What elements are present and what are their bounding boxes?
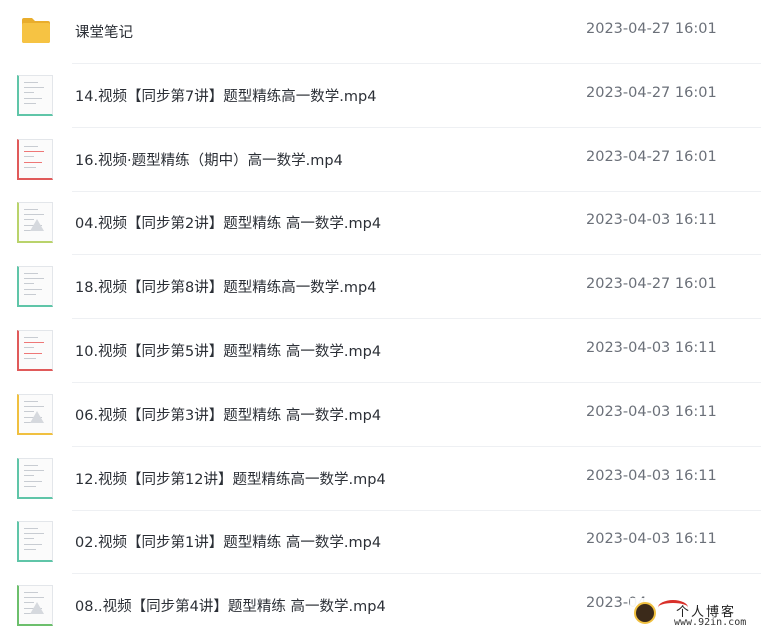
file-name[interactable]: 04.视频【同步第2讲】题型精练 高一数学.mp4 [75, 212, 381, 233]
file-modified-date: 2023-04-03 16:11 [586, 212, 717, 229]
file-name[interactable]: 12.视频【同步第12讲】题型精练高一数学.mp4 [75, 468, 386, 489]
file-modified-date: 2023-04-27 16:01 [586, 84, 717, 101]
file-name[interactable]: 10.视频【同步第5讲】题型精练 高一数学.mp4 [75, 340, 381, 361]
file-modified-date: 2023-04-27 16:01 [586, 148, 717, 165]
file-modified-date: 2023-04-27 16:01 [586, 21, 717, 37]
file-modified-date: 2023-04-27 16:01 [586, 276, 717, 293]
file-modified-date: 2023-04-03 16:11 [586, 340, 717, 356]
video-thumbnail-icon [17, 74, 53, 116]
file-name[interactable]: 课堂笔记 [75, 21, 133, 42]
video-thumbnail-icon [17, 266, 53, 308]
video-thumbnail-icon [17, 138, 53, 180]
file-row[interactable]: 12.视频【同步第12讲】题型精练高一数学.mp4 2023-04-03 16:1… [0, 447, 761, 511]
file-modified-date: 2023-04-03 16:11 [586, 403, 717, 420]
watermark-url: www.92in.com [674, 617, 747, 628]
file-name[interactable]: 18.视频【同步第8讲】题型精练高一数学.mp4 [75, 276, 376, 297]
folder-icon [22, 18, 50, 43]
video-thumbnail-icon [17, 585, 53, 627]
file-row[interactable]: 10.视频【同步第5讲】题型精练 高一数学.mp4 2023-04-03 16:1… [0, 319, 761, 383]
file-name[interactable]: 02.视频【同步第1讲】题型精练 高一数学.mp4 [75, 531, 381, 552]
file-row[interactable]: 课堂笔记 2023-04-27 16:01 [0, 0, 761, 64]
video-thumbnail-icon [17, 202, 53, 244]
file-list: 课堂笔记 2023-04-27 16:01 14.视频【同步第7讲】题型精练高一数学… [0, 0, 761, 635]
video-thumbnail-icon [17, 330, 53, 371]
video-thumbnail-icon [17, 393, 53, 435]
file-name[interactable]: 08..视频【同步第4讲】题型精练 高一数学.mp4 [75, 595, 386, 616]
file-row[interactable]: 04.视频【同步第2讲】题型精练 高一数学.mp4 2023-04-03 16:1… [0, 191, 761, 256]
site-watermark: 个人博客 www.92in.com [630, 598, 758, 632]
file-modified-date: 2023-04-03 16:11 [586, 467, 717, 484]
file-row[interactable]: 16.视频·题型精练（期中）高一数学.mp4 2023-04-27 16:01 [0, 128, 761, 192]
file-row[interactable]: 18.视频【同步第8讲】题型精练高一数学.mp4 2023-04-27 16:01 [0, 255, 761, 320]
file-row[interactable]: 02.视频【同步第1讲】题型精练 高一数学.mp4 2023-04-03 16:1… [0, 510, 761, 575]
file-name[interactable]: 14.视频【同步第7讲】题型精练高一数学.mp4 [75, 85, 376, 106]
video-thumbnail-icon [17, 521, 53, 563]
file-name[interactable]: 06.视频【同步第3讲】题型精练 高一数学.mp4 [75, 404, 381, 425]
file-modified-date: 2023-04-03 16:11 [586, 531, 717, 548]
file-row[interactable]: 06.视频【同步第3讲】题型精练 高一数学.mp4 2023-04-03 16:1… [0, 383, 761, 447]
watermark-avatar-icon [634, 602, 656, 624]
file-name[interactable]: 16.视频·题型精练（期中）高一数学.mp4 [75, 149, 343, 170]
file-row[interactable]: 14.视频【同步第7讲】题型精练高一数学.mp4 2023-04-27 16:01 [0, 64, 761, 128]
video-thumbnail-icon [17, 457, 53, 499]
